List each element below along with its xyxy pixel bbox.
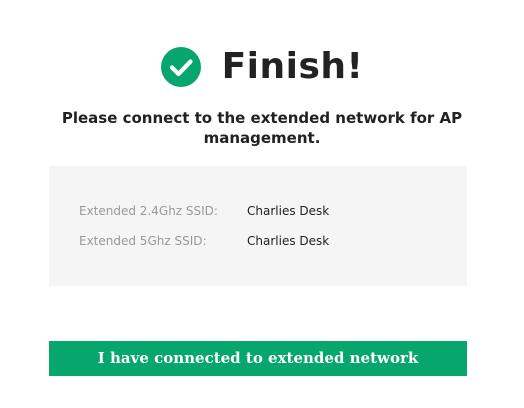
ssid-2g-value: Charlies Desk: [247, 204, 330, 218]
check-circle-icon: [160, 47, 201, 87]
connected-confirm-button[interactable]: I have connected to extended network: [49, 341, 467, 376]
ssid-5g-value: Charlies Desk: [247, 234, 330, 248]
ssid-2g-label: Extended 2.4Ghz SSID:: [79, 204, 218, 218]
ssid-5g-label: Extended 5Ghz SSID:: [79, 234, 207, 248]
page-title: Finish!: [221, 46, 364, 87]
instruction-message: Please connect to the extended network f…: [61, 109, 463, 147]
ssid-row-5g: Extended 5Ghz SSID: Charlies Desk: [79, 232, 329, 250]
ssid-info-panel: Extended 2.4Ghz SSID: Charlies Desk Exte…: [49, 166, 467, 286]
finish-header: Finish!: [0, 44, 524, 90]
ssid-row-2g: Extended 2.4Ghz SSID: Charlies Desk: [79, 202, 329, 220]
